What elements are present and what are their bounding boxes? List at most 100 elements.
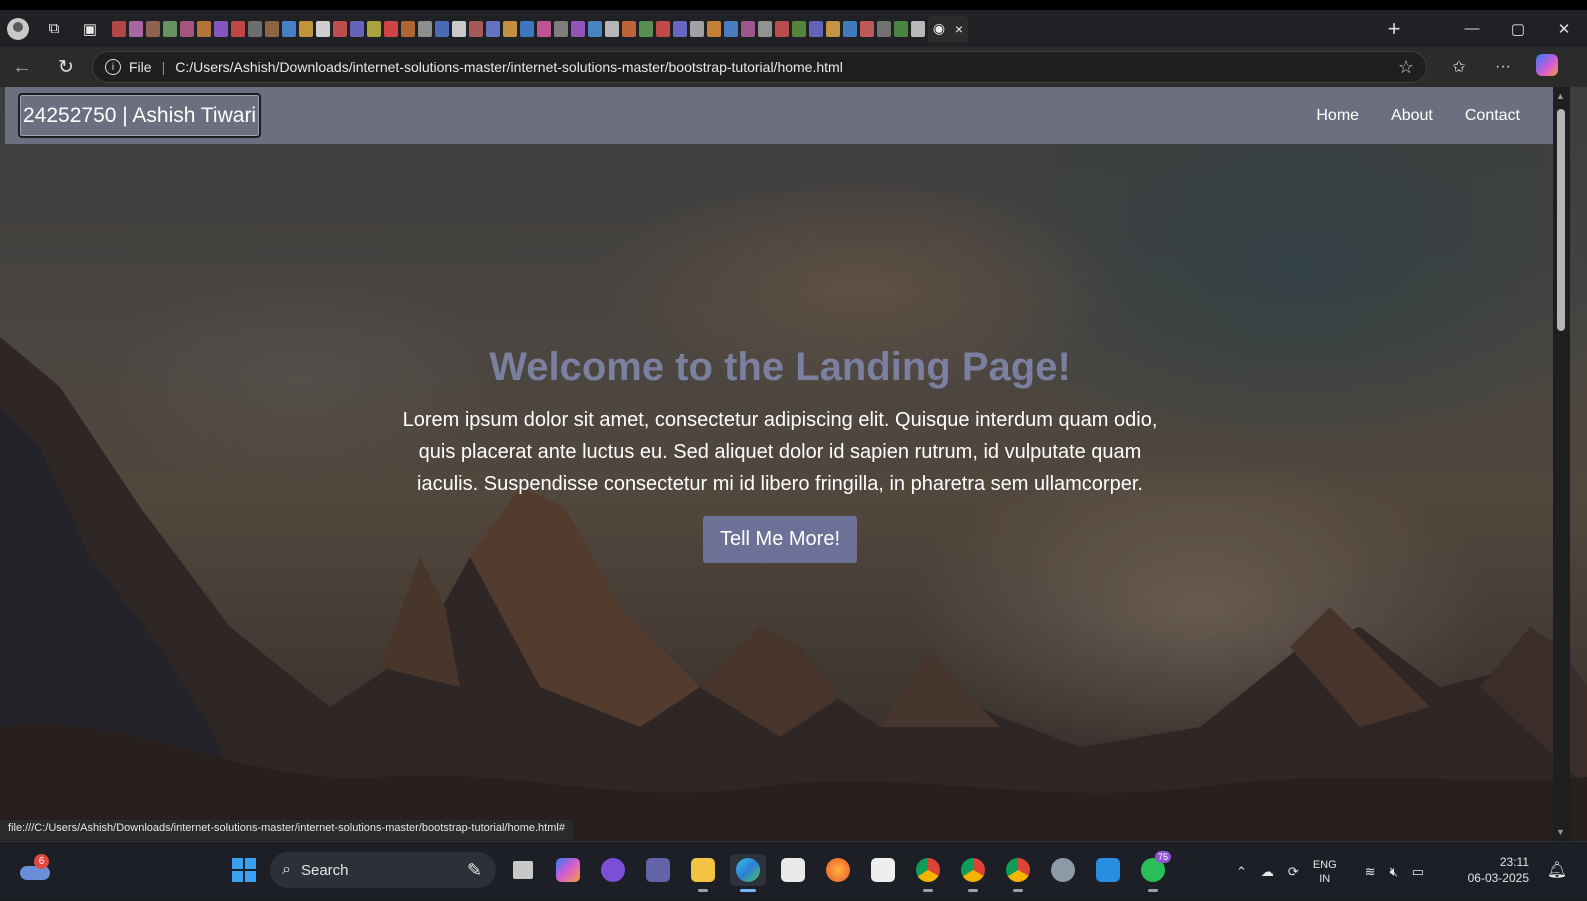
file-explorer-icon[interactable]: [685, 854, 721, 892]
tab-favicon[interactable]: [537, 20, 551, 37]
tab-favicon[interactable]: [163, 20, 177, 37]
tab-favicon[interactable]: [401, 20, 415, 37]
tab-favicon[interactable]: [146, 20, 160, 37]
tab-favicon[interactable]: [826, 20, 840, 37]
tab-favicon[interactable]: [877, 20, 891, 37]
scroll-up-arrow-icon[interactable]: ▲: [1556, 91, 1565, 101]
tab-favicon[interactable]: [248, 20, 262, 37]
tab-favicon[interactable]: [316, 20, 330, 37]
tab-favicon[interactable]: [724, 20, 738, 37]
scroll-down-arrow-icon[interactable]: ▼: [1556, 827, 1565, 837]
tab-favicon[interactable]: [469, 20, 483, 37]
start-button[interactable]: [232, 858, 256, 882]
tab-favicon[interactable]: [503, 20, 517, 37]
tab-favicon[interactable]: [707, 20, 721, 37]
notification-bell-icon[interactable]: 🔔︎: [1547, 860, 1567, 880]
battery-icon[interactable]: ▭: [1412, 864, 1424, 880]
tab-favicon[interactable]: [367, 20, 381, 37]
tab-favicon[interactable]: [758, 20, 772, 37]
teams-icon[interactable]: [640, 854, 676, 886]
vscode-icon[interactable]: [1090, 854, 1126, 886]
tab-favicon[interactable]: [299, 20, 313, 37]
copilot-app-icon[interactable]: [550, 854, 586, 886]
tab-favicon[interactable]: [605, 20, 619, 37]
copilot-button[interactable]: [1525, 53, 1569, 81]
tab-favicon[interactable]: [384, 20, 398, 37]
tab-favicon[interactable]: [180, 20, 194, 37]
chevron-up-icon[interactable]: ⌃: [1236, 864, 1247, 880]
tab-favicon[interactable]: [860, 20, 874, 37]
nav-link-about[interactable]: About: [1391, 107, 1433, 125]
active-tab[interactable]: ◉ ×: [928, 15, 968, 42]
tell-me-more-button[interactable]: Tell Me More!: [702, 516, 858, 563]
new-tab-button[interactable]: +: [1379, 16, 1409, 42]
navbar-brand[interactable]: 24252750 | Ashish Tiwari: [18, 93, 262, 138]
tab-favicon[interactable]: [520, 20, 534, 37]
tab-favicon[interactable]: [435, 20, 449, 37]
wifi-icon[interactable]: ≋: [1365, 864, 1376, 880]
chrome-icon[interactable]: [910, 854, 946, 892]
tab-favicon[interactable]: [231, 20, 245, 37]
reload-icon[interactable]: ↻: [44, 56, 88, 79]
tab-favicon[interactable]: [418, 20, 432, 37]
tab-favicon[interactable]: [843, 20, 857, 37]
back-arrow-icon[interactable]: ←: [0, 56, 44, 79]
chrome-icon[interactable]: [1000, 854, 1036, 892]
store-icon[interactable]: [775, 854, 811, 886]
profile-icon[interactable]: [0, 10, 36, 47]
scrollbar-thumb[interactable]: [1557, 109, 1565, 331]
tab-favicon[interactable]: [197, 20, 211, 37]
favorites-icon[interactable]: ✩: [1437, 57, 1481, 77]
tab-favicon[interactable]: [792, 20, 806, 37]
tab-favicon[interactable]: [639, 20, 653, 37]
tab-favicon[interactable]: [265, 20, 279, 37]
amazon-icon[interactable]: [865, 854, 901, 886]
more-menu-icon[interactable]: ···: [1481, 58, 1525, 76]
tab-favicon[interactable]: [554, 20, 568, 37]
nav-link-home[interactable]: Home: [1316, 107, 1359, 125]
favorite-star-icon[interactable]: ☆: [1398, 57, 1414, 78]
sync-icon[interactable]: ⟳: [1288, 864, 1299, 880]
settings-gear-icon[interactable]: [1045, 854, 1081, 886]
tab-favicon[interactable]: [350, 20, 364, 37]
info-icon[interactable]: i: [105, 59, 121, 75]
tab-favicon[interactable]: [571, 20, 585, 37]
volume-muted-icon[interactable]: 🔇︎: [1390, 864, 1398, 880]
tab-favicon[interactable]: [741, 20, 755, 37]
tab-favicon[interactable]: [690, 20, 704, 37]
tab-favicon[interactable]: [588, 20, 602, 37]
tab-favicon[interactable]: [656, 20, 670, 37]
tab-favicon[interactable]: [129, 20, 143, 37]
tab-favicon[interactable]: [282, 20, 296, 37]
onedrive-cloud-icon[interactable]: ☁: [1261, 864, 1274, 880]
meta-app-icon[interactable]: [595, 854, 631, 886]
maximize-button[interactable]: ▢: [1495, 20, 1541, 38]
workspaces-icon[interactable]: ⧉: [36, 10, 72, 47]
tab-favicon[interactable]: [214, 20, 228, 37]
tab-favicon[interactable]: [622, 20, 636, 37]
task-view-icon[interactable]: [505, 854, 541, 886]
tab-favicon[interactable]: [333, 20, 347, 37]
tab-favicon[interactable]: [112, 20, 126, 37]
tab-favicon[interactable]: [486, 20, 500, 37]
language-indicator[interactable]: ENG IN: [1313, 858, 1351, 886]
page-scrollbar[interactable]: ▲ ▼: [1553, 87, 1570, 841]
minimize-button[interactable]: —: [1449, 20, 1495, 37]
tab-favicon[interactable]: [452, 20, 466, 37]
whatsapp-icon[interactable]: 75: [1135, 851, 1171, 892]
taskbar-clock[interactable]: 23:11 06-03-2025: [1468, 854, 1529, 886]
tab-close-button[interactable]: ×: [955, 21, 963, 37]
taskbar-search[interactable]: ⌕ Search ✎: [270, 852, 496, 888]
tab-favicon[interactable]: [911, 20, 925, 37]
chrome-icon[interactable]: [955, 854, 991, 892]
nav-link-contact[interactable]: Contact: [1465, 107, 1520, 125]
address-bar[interactable]: i File | C:/Users/Ashish/Downloads/inter…: [92, 51, 1427, 83]
tab-actions-icon[interactable]: ▣: [72, 10, 108, 47]
weather-widget[interactable]: 6: [20, 854, 50, 884]
tab-favicon[interactable]: [894, 20, 908, 37]
edge-browser-icon[interactable]: [730, 854, 766, 892]
pinned-tabs-strip[interactable]: ◉ ×: [112, 15, 1379, 42]
url-text[interactable]: C:/Users/Ashish/Downloads/internet-solut…: [175, 59, 1398, 75]
tab-favicon[interactable]: [809, 20, 823, 37]
tab-favicon[interactable]: [775, 20, 789, 37]
